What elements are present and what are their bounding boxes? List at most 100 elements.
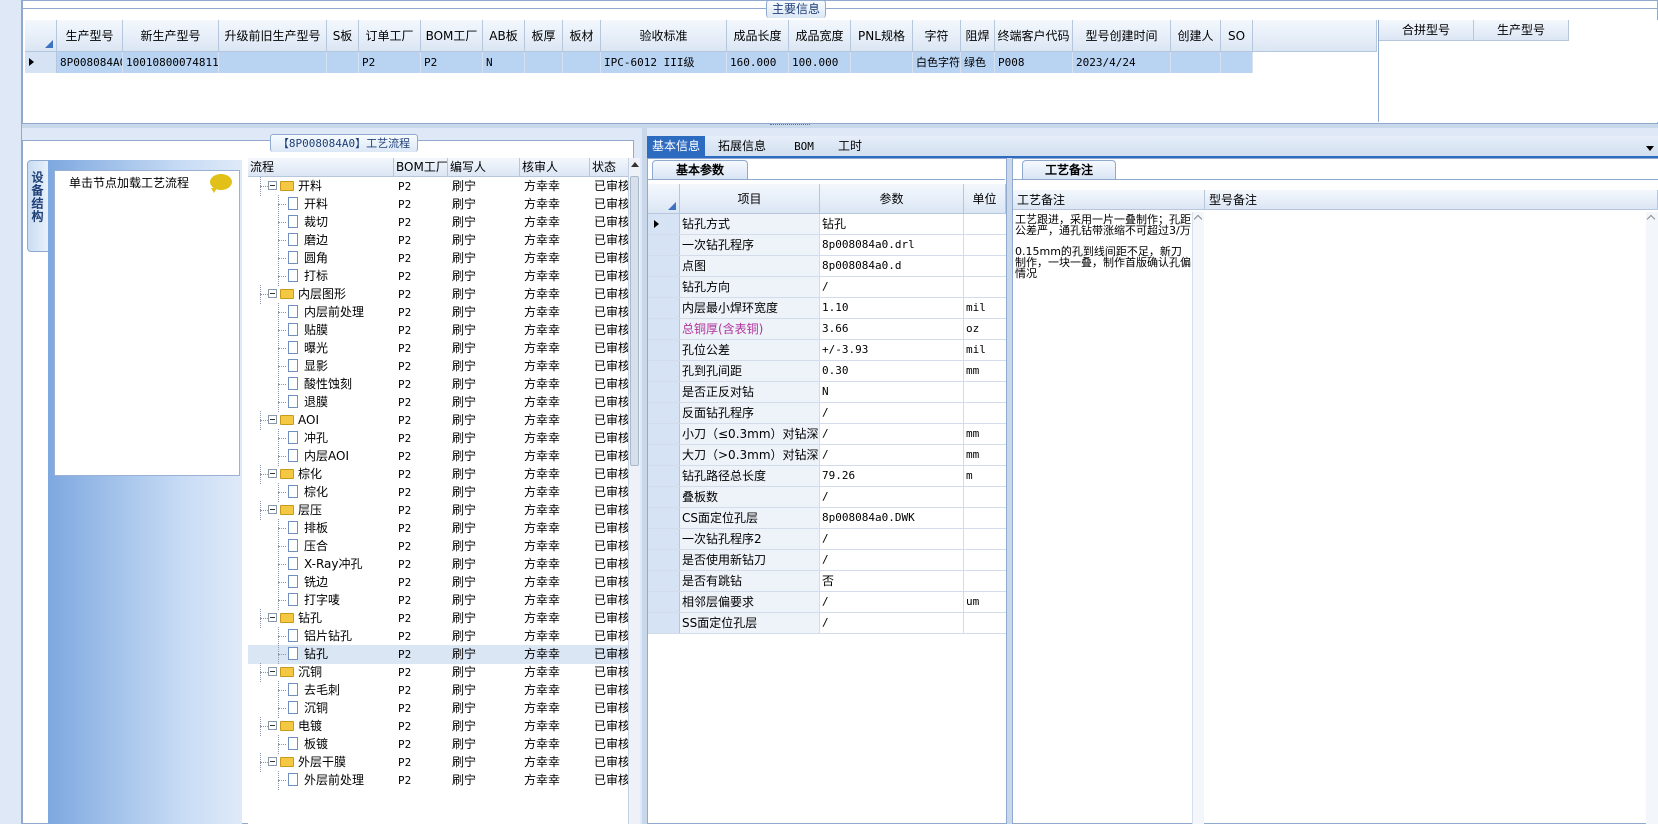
param-value[interactable]: 3.66 [820,319,964,339]
collapse-icon[interactable] [268,181,277,190]
main-cell-17[interactable] [1171,52,1221,73]
tree-row[interactable]: 棕化 P2 刷宁 方幸幸 已审核 [248,483,628,502]
param-row[interactable]: 内层最小焊环宽度 1.10 mil [648,298,1006,319]
tree-row[interactable]: 压合 P2 刷宁 方幸幸 已审核 [248,537,628,556]
tree-row[interactable]: 打字唛 P2 刷宁 方幸幸 已审核 [248,591,628,610]
basic-params-tab[interactable]: 基本参数 [652,160,748,180]
note-scrollbar[interactable] [1192,212,1204,824]
tree-row[interactable]: 磨边 P2 刷宁 方幸幸 已审核 [248,231,628,250]
param-row-indicator[interactable] [648,613,680,633]
tree-row[interactable]: 铝片钻孔 P2 刷宁 方幸幸 已审核 [248,627,628,646]
param-value[interactable]: 8p008084a0.d [820,256,964,276]
param-row-indicator[interactable] [648,214,680,234]
scroll-up-icon[interactable] [631,162,639,167]
main-cell-3[interactable] [327,52,359,73]
main-row-indicator[interactable] [25,52,57,73]
main-col-header-15[interactable]: 终端客户代码 [995,20,1073,52]
model-scroll-up-icon[interactable] [1646,214,1656,224]
tree-col-header-4[interactable]: 状态 [590,158,628,177]
main-col-header-6[interactable]: AB板 [483,20,525,52]
tree-row[interactable]: 外层干膜 P2 刷宁 方幸幸 已审核 [248,753,628,772]
param-row[interactable]: 小刀（≤0.3mm）对钻深度 / mm [648,424,1006,445]
param-value[interactable]: 钻孔 [820,214,964,234]
notes-col-header-1[interactable]: 型号备注 [1205,190,1658,210]
tree-row[interactable]: 去毛刺 P2 刷宁 方幸幸 已审核 [248,681,628,700]
process-note-text[interactable]: 工艺跟进，采用一片一叠制作；孔距公差严，通孔钻带涨缩不可超过3/万 0.15mm… [1015,214,1191,279]
param-row[interactable]: 钻孔方向 / [648,277,1006,298]
main-col-header-17[interactable]: 创建人 [1171,20,1221,52]
main-cell-2[interactable] [219,52,327,73]
main-cell-10[interactable]: 160.000 [727,52,789,73]
main-col-header-11[interactable]: 成品宽度 [789,20,851,52]
param-value[interactable]: / [820,592,964,612]
tree-row[interactable]: 内层图形 P2 刷宁 方幸幸 已审核 [248,285,628,304]
main-cell-1[interactable]: 10010800074811 [123,52,219,73]
tree-row[interactable]: 钻孔 P2 刷宁 方幸幸 已审核 [248,609,628,628]
params-col-header-1[interactable]: 参数 [820,184,964,214]
tree-row[interactable]: 外层前处理 P2 刷宁 方幸幸 已审核 [248,771,628,790]
param-row-indicator[interactable] [648,571,680,591]
tree-row[interactable]: 裁切 P2 刷宁 方幸幸 已审核 [248,213,628,232]
tree-row[interactable]: AOI P2 刷宁 方幸幸 已审核 [248,411,628,430]
tree-row[interactable]: 内层前处理 P2 刷宁 方幸幸 已审核 [248,303,628,322]
tree-row[interactable]: 内层AOI P2 刷宁 方幸幸 已审核 [248,447,628,466]
params-col-header-2[interactable]: 单位 [964,184,1006,214]
main-cell-15[interactable]: P008 [995,52,1073,73]
params-col-header-0[interactable]: 项目 [680,184,820,214]
detail-tab-1[interactable]: 拓展信息 [705,136,779,158]
param-row-indicator[interactable] [648,466,680,486]
main-col-header-0[interactable]: 生产型号 [57,20,123,52]
tree-col-header-2[interactable]: 编写人 [448,158,520,177]
collapse-icon[interactable] [268,721,277,730]
param-value[interactable]: / [820,529,964,549]
main-info-row[interactable]: 8P008084A0 10010800074811 P2 P2 N IPC-6012 II… [57,52,1253,73]
collapse-icon[interactable] [268,505,277,514]
main-col-header-9[interactable]: 验收标准 [601,20,727,52]
param-row-indicator[interactable] [648,319,680,339]
main-col-header-10[interactable]: 成品长度 [727,20,789,52]
main-cell-16[interactable]: 2023/4/24 [1073,52,1171,73]
tree-row[interactable]: 沉铜 P2 刷宁 方幸幸 已审核 [248,699,628,718]
param-row-indicator[interactable] [648,298,680,318]
main-cell-12[interactable] [851,52,913,73]
tree-row[interactable]: X-Ray冲孔 P2 刷宁 方幸幸 已审核 [248,555,628,574]
param-row[interactable]: 一次钻孔程序2/ [648,529,1006,550]
notes-col-header-0[interactable]: 工艺备注 [1013,190,1205,210]
main-col-header-5[interactable]: BOM工厂 [421,20,483,52]
param-row[interactable]: 孔到孔间距 0.30 mm [648,361,1006,382]
param-value[interactable]: / [820,487,964,507]
param-row[interactable]: 反面钻孔程序 / [648,403,1006,424]
tree-col-header-0[interactable]: 流程 [248,158,394,177]
param-row-indicator[interactable] [648,277,680,297]
main-col-header-8[interactable]: 板材 [563,20,601,52]
param-value[interactable]: / [820,613,964,633]
main-cell-11[interactable]: 100.000 [789,52,851,73]
tree-row[interactable]: 电镀 P2 刷宁 方幸幸 已审核 [248,717,628,736]
param-row-indicator[interactable] [648,445,680,465]
main-cell-6[interactable]: N [483,52,525,73]
main-cell-14[interactable]: 绿色 [961,52,995,73]
param-row-indicator[interactable] [648,361,680,381]
param-row[interactable]: 点图 8p008084a0.d [648,256,1006,277]
tree-row[interactable]: 曝光 P2 刷宁 方幸幸 已审核 [248,339,628,358]
main-cell-5[interactable]: P2 [421,52,483,73]
tree-row[interactable]: 冲孔 P2 刷宁 方幸幸 已审核 [248,429,628,448]
main-col-header-4[interactable]: 订单工厂 [359,20,421,52]
param-value[interactable]: 1.10 [820,298,964,318]
main-cell-18[interactable] [1221,52,1253,73]
merge-col-header-0[interactable]: 合拼型号 [1379,20,1474,41]
tree-scrollbar[interactable] [628,158,640,824]
tree-row[interactable]: 板镀 P2 刷宁 方幸幸 已审核 [248,735,628,754]
param-row[interactable]: 总铜厚(含表铜) 3.66 oz [648,319,1006,340]
param-row[interactable]: 钻孔方式 钻孔 [648,214,1006,235]
tree-row[interactable]: 圆角 P2 刷宁 方幸幸 已审核 [248,249,628,268]
main-col-header-14[interactable]: 阻焊 [961,20,995,52]
scroll-thumb[interactable] [630,176,639,466]
note-scroll-up-icon[interactable] [1193,214,1203,224]
tabs-dropdown-icon[interactable] [1646,146,1654,151]
main-col-header-2[interactable]: 升级前旧生产型号 [219,20,327,52]
param-row-indicator[interactable] [648,550,680,570]
param-row[interactable]: 钻孔路径总长度 79.26 m [648,466,1006,487]
param-row-indicator[interactable] [648,340,680,360]
tree-row[interactable]: 排板 P2 刷宁 方幸幸 已审核 [248,519,628,538]
